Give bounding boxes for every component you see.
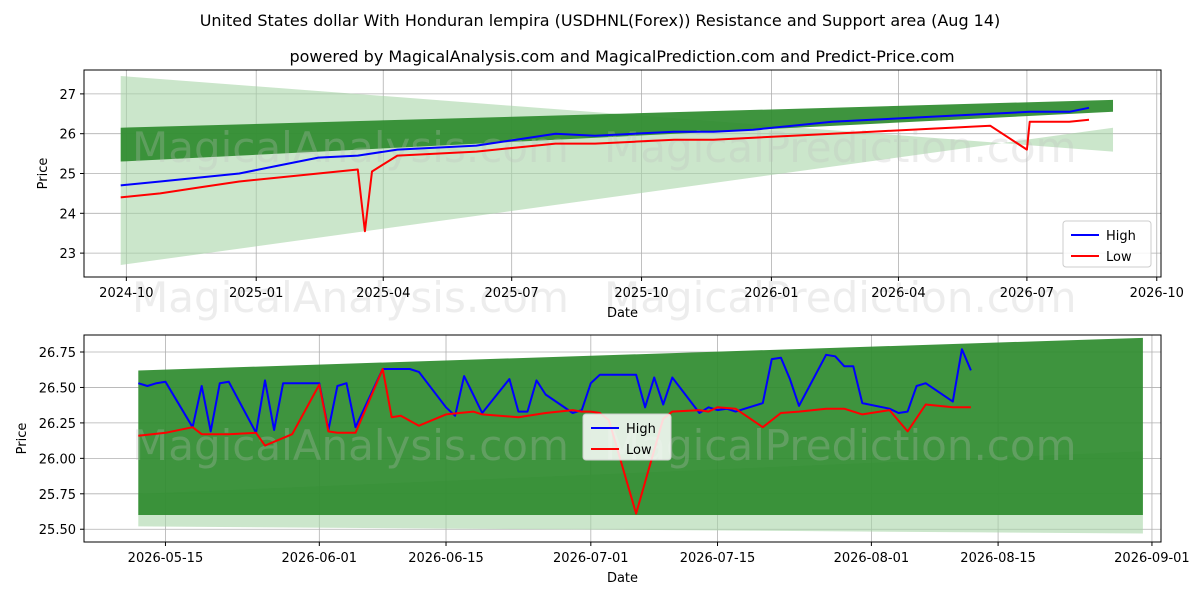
x-tick-label: 2026-06-01 (282, 551, 358, 566)
y-tick-label: 24 (59, 207, 76, 222)
legend: High Low (1062, 220, 1152, 268)
y-tick-label: 25.50 (39, 523, 76, 538)
watermark-right: MagicalPrediction.com (604, 421, 1077, 470)
x-tick-label: 2026-04 (871, 286, 925, 301)
x-axis-label: Date (607, 306, 638, 321)
x-tick-label: 2026-07-15 (680, 551, 756, 566)
bottom-chart-panel: MagicalAnalysis.com MagicalPrediction.com… (15, 334, 1190, 586)
y-tick-label: 27 (59, 88, 76, 103)
watermark-right: MagicalPrediction.com (604, 123, 1077, 172)
x-tick-label: 2026-09-01 (1114, 551, 1190, 566)
y-axis-label: Price (36, 158, 51, 190)
chart-subtitle: powered by MagicalAnalysis.com and Magic… (289, 47, 954, 66)
y-tick-label: 23 (59, 247, 76, 262)
x-tick-label: 2026-05-15 (128, 551, 204, 566)
chart-title: United States dollar With Honduran lempi… (200, 11, 1001, 30)
x-tick-label: 2024-10 (99, 286, 153, 301)
legend-label-high: High (626, 422, 656, 437)
legend-label-low: Low (1106, 250, 1132, 265)
legend: High Low (582, 413, 672, 461)
watermark-left: MagicalAnalysis.com (132, 421, 569, 470)
x-tick-label: 2026-01 (744, 286, 798, 301)
y-tick-label: 26 (59, 128, 76, 143)
legend-label-low: Low (626, 443, 652, 458)
y-tick-label: 25.75 (39, 488, 76, 503)
y-tick-label: 26.00 (39, 452, 76, 467)
y-tick-label: 25 (59, 168, 76, 183)
legend-label-high: High (1106, 229, 1136, 244)
x-tick-label: 2025-04 (356, 286, 410, 301)
x-tick-label: 2025-01 (229, 286, 283, 301)
x-tick-label: 2026-08-01 (834, 551, 910, 566)
y-tick-label: 26.75 (39, 346, 76, 361)
x-tick-label: 2025-10 (614, 286, 668, 301)
chart-figure: United States dollar With Honduran lempi… (15, 11, 1190, 586)
watermark-left: MagicalAnalysis.com (132, 123, 569, 172)
top-chart-panel: MagicalAnalysis.com MagicalPrediction.com… (36, 69, 1184, 322)
y-tick-label: 26.50 (39, 381, 76, 396)
x-tick-label: 2026-07-01 (553, 551, 629, 566)
x-tick-label: 2026-08-15 (960, 551, 1036, 566)
x-tick-label: 2026-07 (1000, 286, 1054, 301)
x-tick-label: 2025-07 (485, 286, 539, 301)
x-axis-label: Date (607, 571, 638, 586)
y-tick-label: 26.25 (39, 417, 76, 432)
y-axis-label: Price (15, 423, 30, 455)
x-tick-label: 2026-06-15 (408, 551, 484, 566)
x-tick-label: 2026-10 (1130, 286, 1184, 301)
